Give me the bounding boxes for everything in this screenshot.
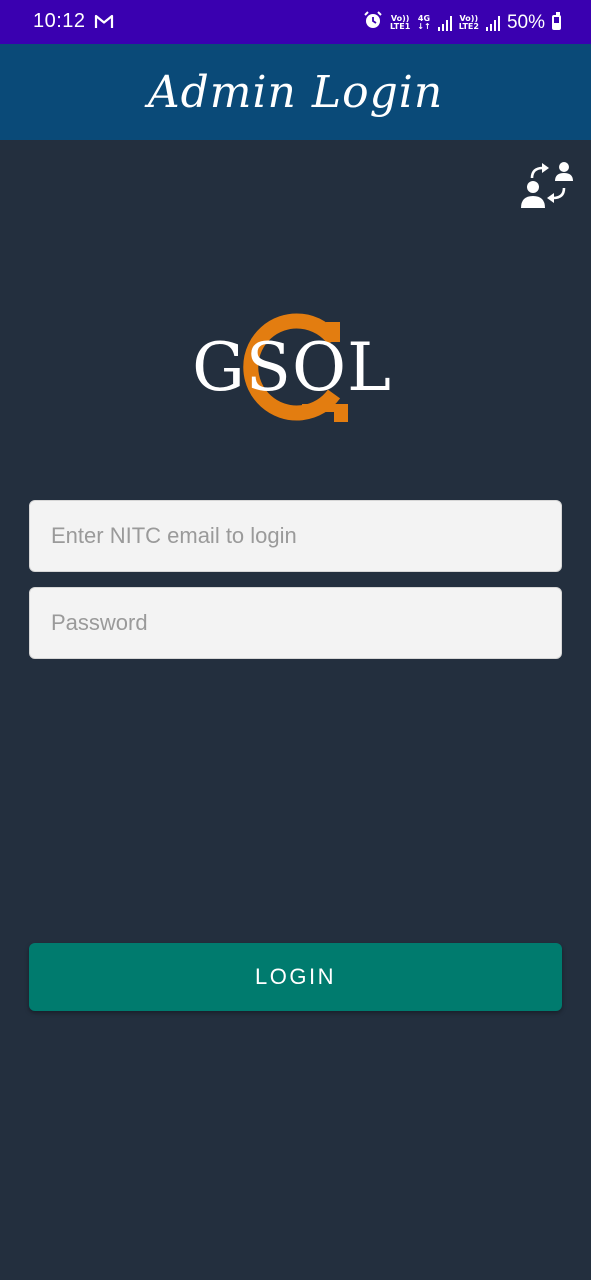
email-field-container — [29, 500, 562, 572]
app-bar: Admin Login — [0, 44, 591, 140]
svg-text:GSOL: GSOL — [192, 329, 392, 406]
battery-level-fill — [554, 22, 559, 28]
password-field[interactable] — [30, 588, 561, 658]
battery-percent: 50% — [506, 11, 545, 33]
gsol-logo: GSOL — [192, 302, 392, 426]
switch-user-button[interactable] — [518, 158, 576, 212]
page-title: Admin Login — [147, 66, 444, 118]
email-field[interactable] — [30, 501, 561, 571]
password-field-container — [29, 587, 562, 659]
volte-sim1-indicator: Vo)) LTE1 — [390, 13, 411, 31]
battery-icon — [552, 12, 561, 30]
alarm-icon — [363, 10, 383, 35]
status-indicators: Vo)) LTE1 4G ↓↑ Vo)) LTE2 50% — [363, 10, 561, 35]
switch-user-icon — [521, 162, 573, 208]
volte-sim2-indicator: Vo)) LTE2 — [458, 13, 479, 31]
login-button[interactable]: LOGIN — [29, 943, 562, 1011]
signal-sim2-icon — [485, 15, 500, 31]
status-bar: 10:12 Vo)) LTE1 4G ↓↑ Vo)) LTE2 50% — [0, 0, 591, 44]
signal-sim1-icon — [437, 15, 452, 31]
network-type-indicator: 4G ↓↑ — [417, 13, 431, 31]
status-time: 10:12 — [33, 10, 86, 32]
gmail-notification-icon — [94, 14, 114, 34]
